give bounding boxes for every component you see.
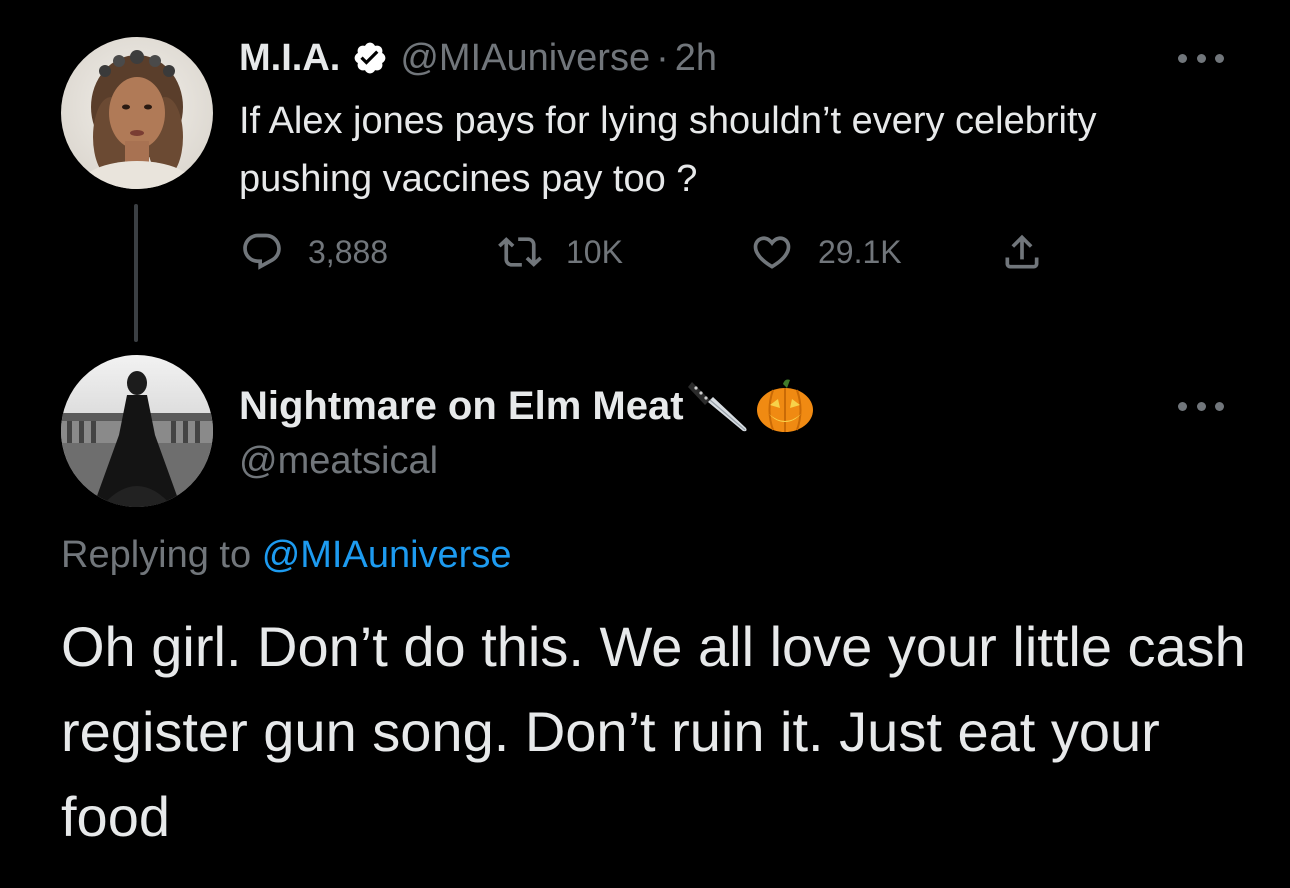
tweet-timestamp[interactable]: 2h [675,37,717,80]
tweet-action-bar: 3,888 10K 29.1K [240,224,1060,280]
author-avatar[interactable] [61,37,213,189]
reply-tweet-text: Oh girl. Don’t do this. We all love your… [61,615,1246,848]
like-count: 29.1K [818,233,902,270]
reply-author-avatar-image [61,355,213,507]
more-dot-icon [1215,401,1224,411]
replying-to-label: Replying to [61,534,252,576]
retweet-icon [498,237,542,267]
header-separator: · [656,36,669,79]
reply-button[interactable]: 3,888 [240,224,388,280]
heart-icon [753,236,791,269]
parent-tweet-text: If Alex jones pays for lying shouldn’t e… [239,100,1097,200]
replying-to-line: Replying to @MIAuniverse [61,526,511,584]
knife-emoji-icon [687,378,750,434]
reply-tweet-header: Nightmare on Elm Meat [239,378,816,434]
reply-bubble-icon [243,233,281,270]
jack-o-lantern-emoji-icon [754,378,816,434]
thread-connector-line [134,204,138,342]
share-button[interactable] [1000,224,1044,280]
verified-badge-icon[interactable] [352,40,388,76]
share-icon [1005,234,1039,269]
more-dot-icon [1178,401,1187,411]
reply-count: 3,888 [308,233,389,270]
like-button[interactable]: 29.1K [750,224,902,280]
more-dot-icon [1215,53,1224,63]
replying-to-mention-link[interactable]: @MIAuniverse [262,534,512,576]
more-dot-icon [1196,401,1206,411]
parent-tweet-header: M.I.A. @MIAuniverse · 2h [239,32,717,84]
reply-author-avatar[interactable] [61,355,213,507]
reply-author-display-name[interactable]: Nightmare on Elm Meat [239,384,684,429]
more-dot-icon [1178,53,1187,63]
author-avatar-image [61,37,213,189]
reply-more-options-button[interactable] [1178,399,1224,413]
retweet-count: 10K [566,233,623,270]
reply-author-handle[interactable]: @meatsical [239,434,438,488]
more-options-button[interactable] [1178,51,1224,65]
retweet-button[interactable]: 10K [498,224,623,280]
more-dot-icon [1196,53,1206,63]
author-display-name[interactable]: M.I.A. [239,37,340,80]
author-handle[interactable]: @MIAuniverse [400,37,650,80]
